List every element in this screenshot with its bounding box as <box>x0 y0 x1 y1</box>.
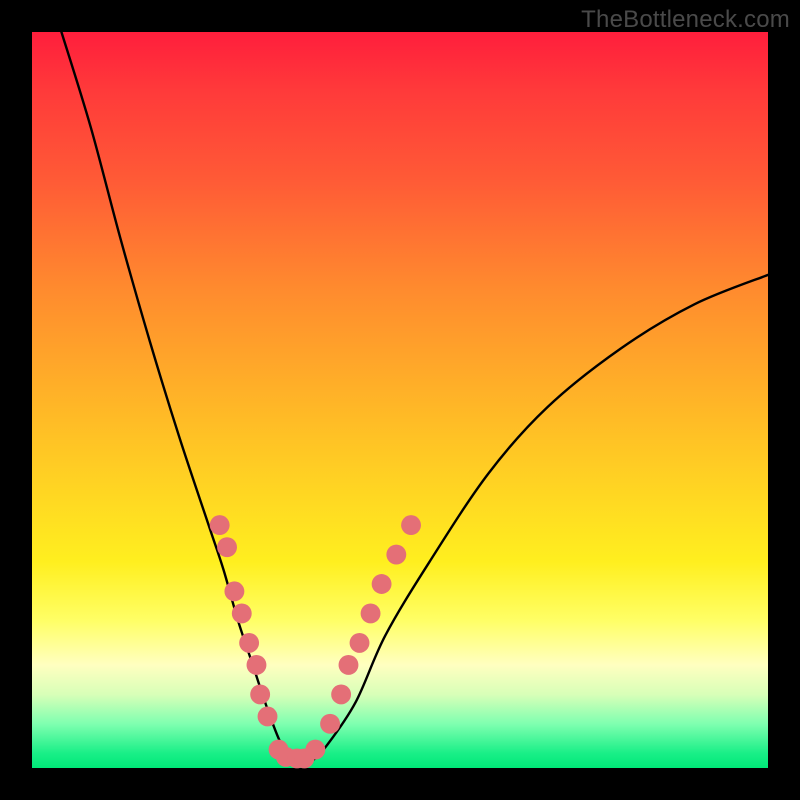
curve-marker <box>401 515 421 535</box>
curve-marker <box>247 655 267 675</box>
bottleneck-curve <box>61 32 768 762</box>
curve-marker <box>372 574 392 594</box>
curve-marker <box>386 545 406 565</box>
curve-marker <box>239 633 259 653</box>
curve-marker <box>210 515 230 535</box>
curve-marker <box>339 655 359 675</box>
curve-marker <box>305 740 325 760</box>
curve-marker <box>224 581 244 601</box>
curve-marker <box>331 684 351 704</box>
curve-svg <box>32 32 768 768</box>
curve-marker <box>350 633 370 653</box>
curve-marker <box>232 604 252 624</box>
curve-markers <box>210 515 421 768</box>
curve-marker <box>258 707 278 727</box>
chart-frame: TheBottleneck.com <box>0 0 800 800</box>
curve-marker <box>361 604 381 624</box>
curve-marker <box>250 684 270 704</box>
plot-area <box>32 32 768 768</box>
curve-marker <box>217 537 237 557</box>
curve-marker <box>320 714 340 734</box>
watermark-text: TheBottleneck.com <box>581 6 790 34</box>
